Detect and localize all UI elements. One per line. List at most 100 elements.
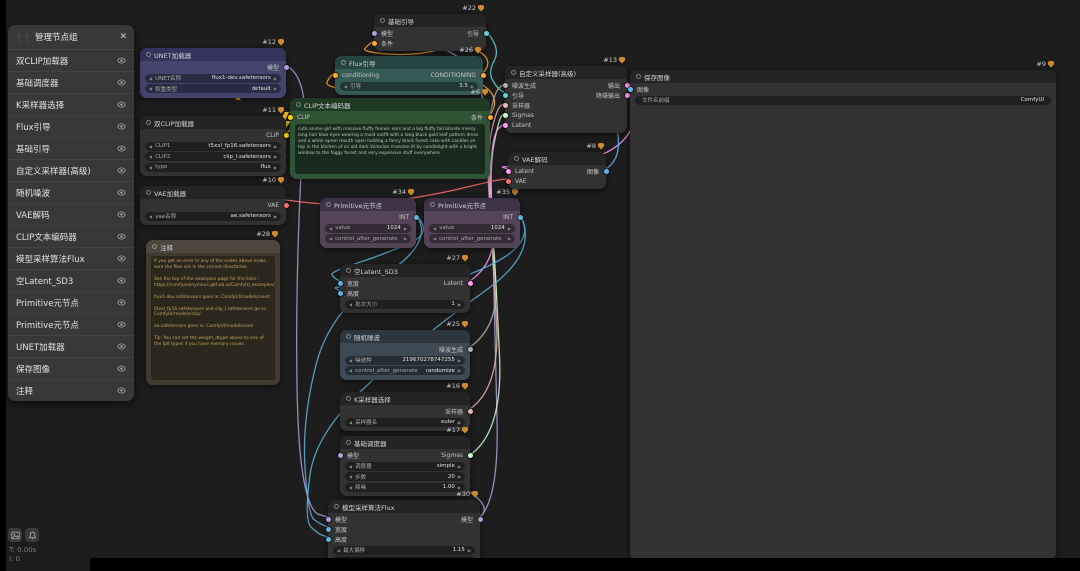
- stepper-left-icon[interactable]: ◀: [149, 214, 152, 219]
- stepper-right-icon[interactable]: ▶: [458, 474, 461, 479]
- stepper-left-icon[interactable]: ◀: [337, 548, 340, 553]
- node-titlebar[interactable]: 基础调度器: [340, 436, 470, 449]
- stepper-right-icon[interactable]: ▶: [458, 368, 461, 373]
- primitive-height-node[interactable]: #35 Primitive元节点 INT ◀ value 1024 ▶ ◀ control_af…: [424, 188, 523, 248]
- stepper-left-icon[interactable]: ◀: [433, 236, 436, 241]
- widget-降噪[interactable]: ◀ 降噪 1.00 ▶: [345, 482, 465, 492]
- input-slot-Sigmas[interactable]: [502, 112, 508, 118]
- sidebar-item-自定义采样器(高级)[interactable]: 自定义采样器(高级): [8, 159, 134, 181]
- widget-control_after_generate[interactable]: ◀ control_after_generate ▶: [325, 234, 411, 243]
- node-titlebar[interactable]: Primitive元节点: [320, 198, 416, 211]
- stepper-right-icon[interactable]: ▶: [274, 165, 277, 170]
- drag-handle-icon[interactable]: ⋮⋮: [15, 33, 31, 42]
- stepper-left-icon[interactable]: ◀: [149, 86, 152, 91]
- stepper-left-icon[interactable]: ◀: [149, 165, 152, 170]
- widget-权重类型[interactable]: ◀ 权重类型 default ▶: [145, 84, 281, 93]
- eye-icon[interactable]: [117, 386, 126, 395]
- stepper-right-icon[interactable]: ▶: [274, 154, 277, 159]
- sidebar-item-保存图像[interactable]: 保存图像: [8, 357, 134, 379]
- output-slot-引导[interactable]: [483, 30, 489, 36]
- eye-icon[interactable]: [117, 188, 126, 197]
- widget-type[interactable]: ◀ type flux ▶: [145, 162, 281, 172]
- collapse-dot-icon[interactable]: [346, 440, 351, 445]
- save-image-node[interactable]: #9 保存图像 图像 文件名前缀 ComfyUI: [627, 60, 1056, 560]
- input-slot-宽度[interactable]: [337, 280, 343, 286]
- eye-icon[interactable]: [117, 78, 126, 87]
- node-titlebar[interactable]: Flux引导: [335, 56, 483, 69]
- node-titlebar[interactable]: 空Latent_SD3: [340, 264, 470, 277]
- collapse-dot-icon[interactable]: [514, 156, 519, 161]
- stepper-left-icon[interactable]: ◀: [349, 358, 352, 363]
- unet-loader-node[interactable]: #12 UNET加载器 模型 ◀ UNET名称 flux1-dev.safetensors…: [140, 38, 289, 98]
- panel-header[interactable]: ⋮⋮ 管理节点组 ✕: [8, 25, 134, 50]
- notification-button[interactable]: [25, 528, 39, 542]
- input-slot-条件[interactable]: [371, 40, 377, 46]
- sidebar-item-注释[interactable]: 注释: [8, 379, 134, 401]
- sidebar-item-基础引导[interactable]: 基础引导: [8, 137, 134, 159]
- node-titlebar[interactable]: 自定义采样器(高级): [505, 66, 627, 79]
- input-slot-高度[interactable]: [337, 290, 343, 296]
- vae-loader-node[interactable]: #10 VAE加载器 VAE ◀ vae名称 ae.safetensors ▶: [140, 176, 289, 225]
- widget-value[interactable]: ◀ value 1024 ▶: [325, 223, 411, 233]
- stepper-right-icon[interactable]: ▶: [458, 464, 461, 469]
- eye-icon[interactable]: [117, 232, 126, 241]
- widget-最大偏移[interactable]: ◀ 最大偏移 1.15 ▶: [333, 545, 475, 555]
- stepper-right-icon[interactable]: ▶: [508, 236, 511, 241]
- random-noise-node[interactable]: #25 随机噪波 噪波生成 ◀ 噪波种 219670278747255 ▶ ◀ control_…: [340, 320, 473, 380]
- sampler-custom-advanced-node[interactable]: #13 自定义采样器(高级) 噪波生成 输出 引导 降噪输出 采样器 Sigmas Latent: [502, 56, 630, 133]
- collapse-dot-icon[interactable]: [430, 202, 435, 207]
- eye-icon[interactable]: [117, 122, 126, 131]
- stepper-right-icon[interactable]: ▶: [458, 485, 461, 490]
- text-area[interactable]: cute anime girl with massive fluffy fenn…: [295, 124, 485, 174]
- basic-scheduler-node[interactable]: #17 基础调度器 模型 Sigmas ◀ 调度器 simple ▶ ◀ 步数 20 ▶ ◀ 降噪 1.00…: [337, 426, 473, 496]
- output-slot-降噪输出[interactable]: [624, 92, 630, 98]
- output-slot-采样器[interactable]: [467, 408, 473, 414]
- collapse-dot-icon[interactable]: [341, 60, 346, 65]
- stepper-right-icon[interactable]: ▶: [458, 420, 461, 425]
- output-slot-INT[interactable]: [413, 214, 419, 220]
- input-slot-CLIP[interactable]: [287, 114, 293, 120]
- collapse-dot-icon[interactable]: [334, 504, 339, 509]
- widget-调度器[interactable]: ◀ 调度器 simple ▶: [345, 461, 465, 471]
- stepper-left-icon[interactable]: ◀: [149, 154, 152, 159]
- eye-icon[interactable]: [117, 56, 126, 65]
- clip-text-encode-node[interactable]: #6 CLIP文本编码器 CLIP 条件 cute anime girl with ma…: [287, 88, 493, 179]
- node-titlebar[interactable]: 保存图像: [630, 70, 1056, 83]
- sidebar-item-随机噪波[interactable]: 随机噪波: [8, 181, 134, 203]
- output-slot-Latent[interactable]: [467, 280, 473, 286]
- stepper-right-icon[interactable]: ▶: [458, 358, 461, 363]
- stepper-left-icon[interactable]: ◀: [349, 474, 352, 479]
- widget-批次大小[interactable]: ◀ 批次大小 1 ▶: [345, 299, 465, 309]
- node-titlebar[interactable]: 模型采样算法Flux: [328, 500, 480, 513]
- collapse-dot-icon[interactable]: [346, 334, 351, 339]
- input-slot-引导[interactable]: [502, 92, 508, 98]
- widget-引导[interactable]: ◀ 引导 3.5 ▶: [340, 81, 478, 91]
- stepper-right-icon[interactable]: ▶: [468, 548, 471, 553]
- note-node[interactable]: #28 注释 If you get an error in any of the n…: [146, 230, 280, 385]
- node-titlebar[interactable]: Primitive元节点: [424, 198, 520, 211]
- vae-decode-node[interactable]: #8 VAE解码 Latent 图像 VAE: [505, 142, 609, 189]
- sidebar-item-Primitive元节点[interactable]: Primitive元节点: [8, 291, 134, 313]
- sidebar-item-模型采样算法Flux[interactable]: 模型采样算法Flux: [8, 247, 134, 269]
- input-slot-VAE[interactable]: [505, 178, 511, 184]
- stepper-left-icon[interactable]: ◀: [329, 226, 332, 231]
- collapse-dot-icon[interactable]: [146, 52, 151, 57]
- collapse-dot-icon[interactable]: [326, 202, 331, 207]
- eye-icon[interactable]: [117, 210, 126, 219]
- widget-UNET名称[interactable]: ◀ UNET名称 flux1-dev.safetensors ▶: [145, 73, 281, 83]
- output-slot-噪波生成[interactable]: [467, 346, 473, 352]
- collapse-dot-icon[interactable]: [636, 74, 641, 79]
- stepper-left-icon[interactable]: ◀: [349, 302, 352, 307]
- input-slot-模型[interactable]: [371, 30, 377, 36]
- input-slot-噪波生成[interactable]: [502, 82, 508, 88]
- collapse-dot-icon[interactable]: [511, 70, 516, 75]
- widget-value[interactable]: ◀ value 1024 ▶: [429, 223, 515, 233]
- node-titlebar[interactable]: K采样器选择: [340, 392, 470, 405]
- output-slot-模型[interactable]: [477, 516, 483, 522]
- widget-CLIP2[interactable]: ◀ CLIP2 clip_l.safetensors ▶: [145, 152, 281, 161]
- eye-icon[interactable]: [117, 144, 126, 153]
- dual-clip-loader-node[interactable]: #11 双CLIP加载器 CLIP ◀ CLIP1 t5xxl_fp16.safetens…: [140, 106, 289, 176]
- collapse-dot-icon[interactable]: [146, 120, 151, 125]
- stepper-left-icon[interactable]: ◀: [344, 84, 347, 89]
- close-icon[interactable]: ✕: [119, 32, 127, 42]
